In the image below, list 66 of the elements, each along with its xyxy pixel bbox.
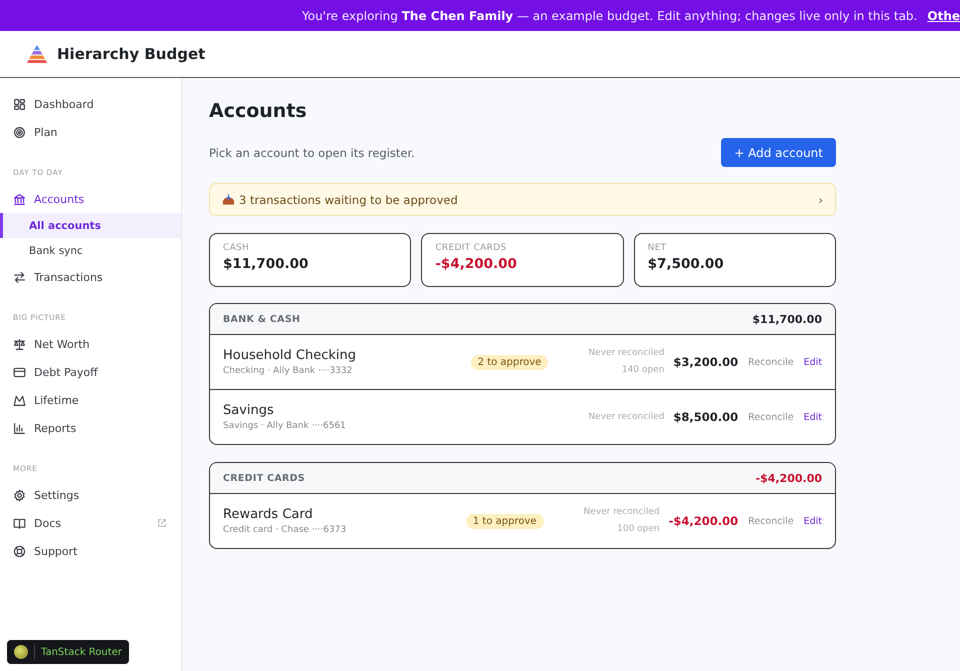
page-title: Accounts [209, 100, 308, 122]
account-name[interactable]: Household Checking [223, 348, 356, 363]
arrows-icon [13, 270, 26, 284]
sidebar-item[interactable]: Debt Payoff [0, 358, 181, 386]
card-icon [13, 366, 26, 378]
notice-text: 3 transactions waiting to be approved [239, 192, 458, 206]
card-label: CASH [223, 243, 250, 253]
sidebar-item[interactable]: Accounts [0, 185, 181, 213]
chevron-icon: › [818, 192, 823, 206]
sidebar-item[interactable]: Dashboard [0, 90, 181, 118]
target-icon [13, 126, 26, 138]
router-logo-icon [14, 645, 28, 659]
edit-link[interactable]: Edit [804, 412, 822, 422]
account-balance: -$4,200.00 [668, 514, 738, 528]
sidebar-item[interactable]: Settings [0, 481, 181, 509]
card-amount: $7,500.00 [648, 256, 725, 272]
approve-badge[interactable]: 2 to approve [470, 354, 548, 370]
edit-link[interactable]: Edit [804, 356, 822, 368]
card-label: CREDIT CARDS [435, 243, 508, 253]
card-amount: $11,700.00 [223, 256, 310, 272]
group-total: $11,700.00 [752, 312, 822, 326]
sidebar-item[interactable]: Transactions [0, 263, 181, 291]
account-detail: Checking · Ally Bank ····3332 [223, 366, 354, 376]
sidebar-item[interactable]: Support [0, 537, 181, 565]
settings-icon [13, 488, 26, 502]
sidebar-item[interactable]: Docs [0, 509, 181, 537]
edit-link[interactable]: Edit [804, 516, 822, 526]
dashboard-icon [13, 98, 26, 110]
card-amount: -$4,200.00 [435, 256, 518, 272]
approve-badge[interactable]: 1 to approve [466, 514, 544, 528]
pyramid-logo-icon [26, 44, 48, 64]
group-name: BANK & CASH [223, 314, 300, 324]
sidebar-subitem[interactable]: All accounts [0, 213, 181, 238]
account-name[interactable]: Rewards Card [223, 507, 346, 522]
open-count: 140 open [620, 364, 664, 377]
page-subtitle: Pick an account to open its register. [209, 146, 415, 160]
reconcile-status: Never reconciled [588, 347, 664, 360]
approval-notice[interactable]: 3 transactions waiting to be approved › [209, 183, 836, 216]
account-name[interactable]: Savings [223, 403, 346, 418]
banner-text: You're exploring The Chen Family — an example budget. Edit anything; changes live only in this tab. [302, 8, 918, 22]
reconcile-status: Never reconciled [588, 410, 664, 424]
bar-chart-icon [13, 422, 26, 434]
sidebar-subitem[interactable]: Bank sync [0, 238, 181, 263]
inbox-tray-icon [222, 194, 235, 206]
mountain-icon [13, 394, 26, 406]
book-icon [13, 516, 26, 530]
app-name: Hierarchy Budget [57, 45, 206, 63]
banner-link[interactable]: Othe [927, 8, 960, 22]
group-total: -$4,200.00 [756, 472, 822, 484]
sidebar-item[interactable]: Net Worth [0, 330, 181, 358]
scale-icon [13, 338, 26, 350]
account-detail: Savings · Ally Bank ····6561 [223, 421, 346, 431]
account-balance: $8,500.00 [673, 410, 738, 424]
group-name: CREDIT CARDS [223, 472, 305, 484]
sidebar-item[interactable]: Plan [0, 118, 181, 146]
devtools-badge[interactable]: TanStack Router [7, 640, 129, 664]
bank-icon [13, 192, 26, 206]
card-label: NET [648, 243, 668, 253]
add-account-button[interactable]: + Add account [721, 138, 836, 167]
account-detail: Credit card · Chase ····6373 [223, 525, 346, 535]
reconcile-status: Never reconciled [584, 506, 660, 519]
account-balance: $3,200.00 [673, 355, 738, 369]
sidebar-item[interactable]: Reports [0, 414, 181, 442]
support-icon [13, 544, 26, 558]
sidebar-item[interactable]: Lifetime [0, 386, 181, 414]
open-count: 100 open [616, 523, 660, 536]
